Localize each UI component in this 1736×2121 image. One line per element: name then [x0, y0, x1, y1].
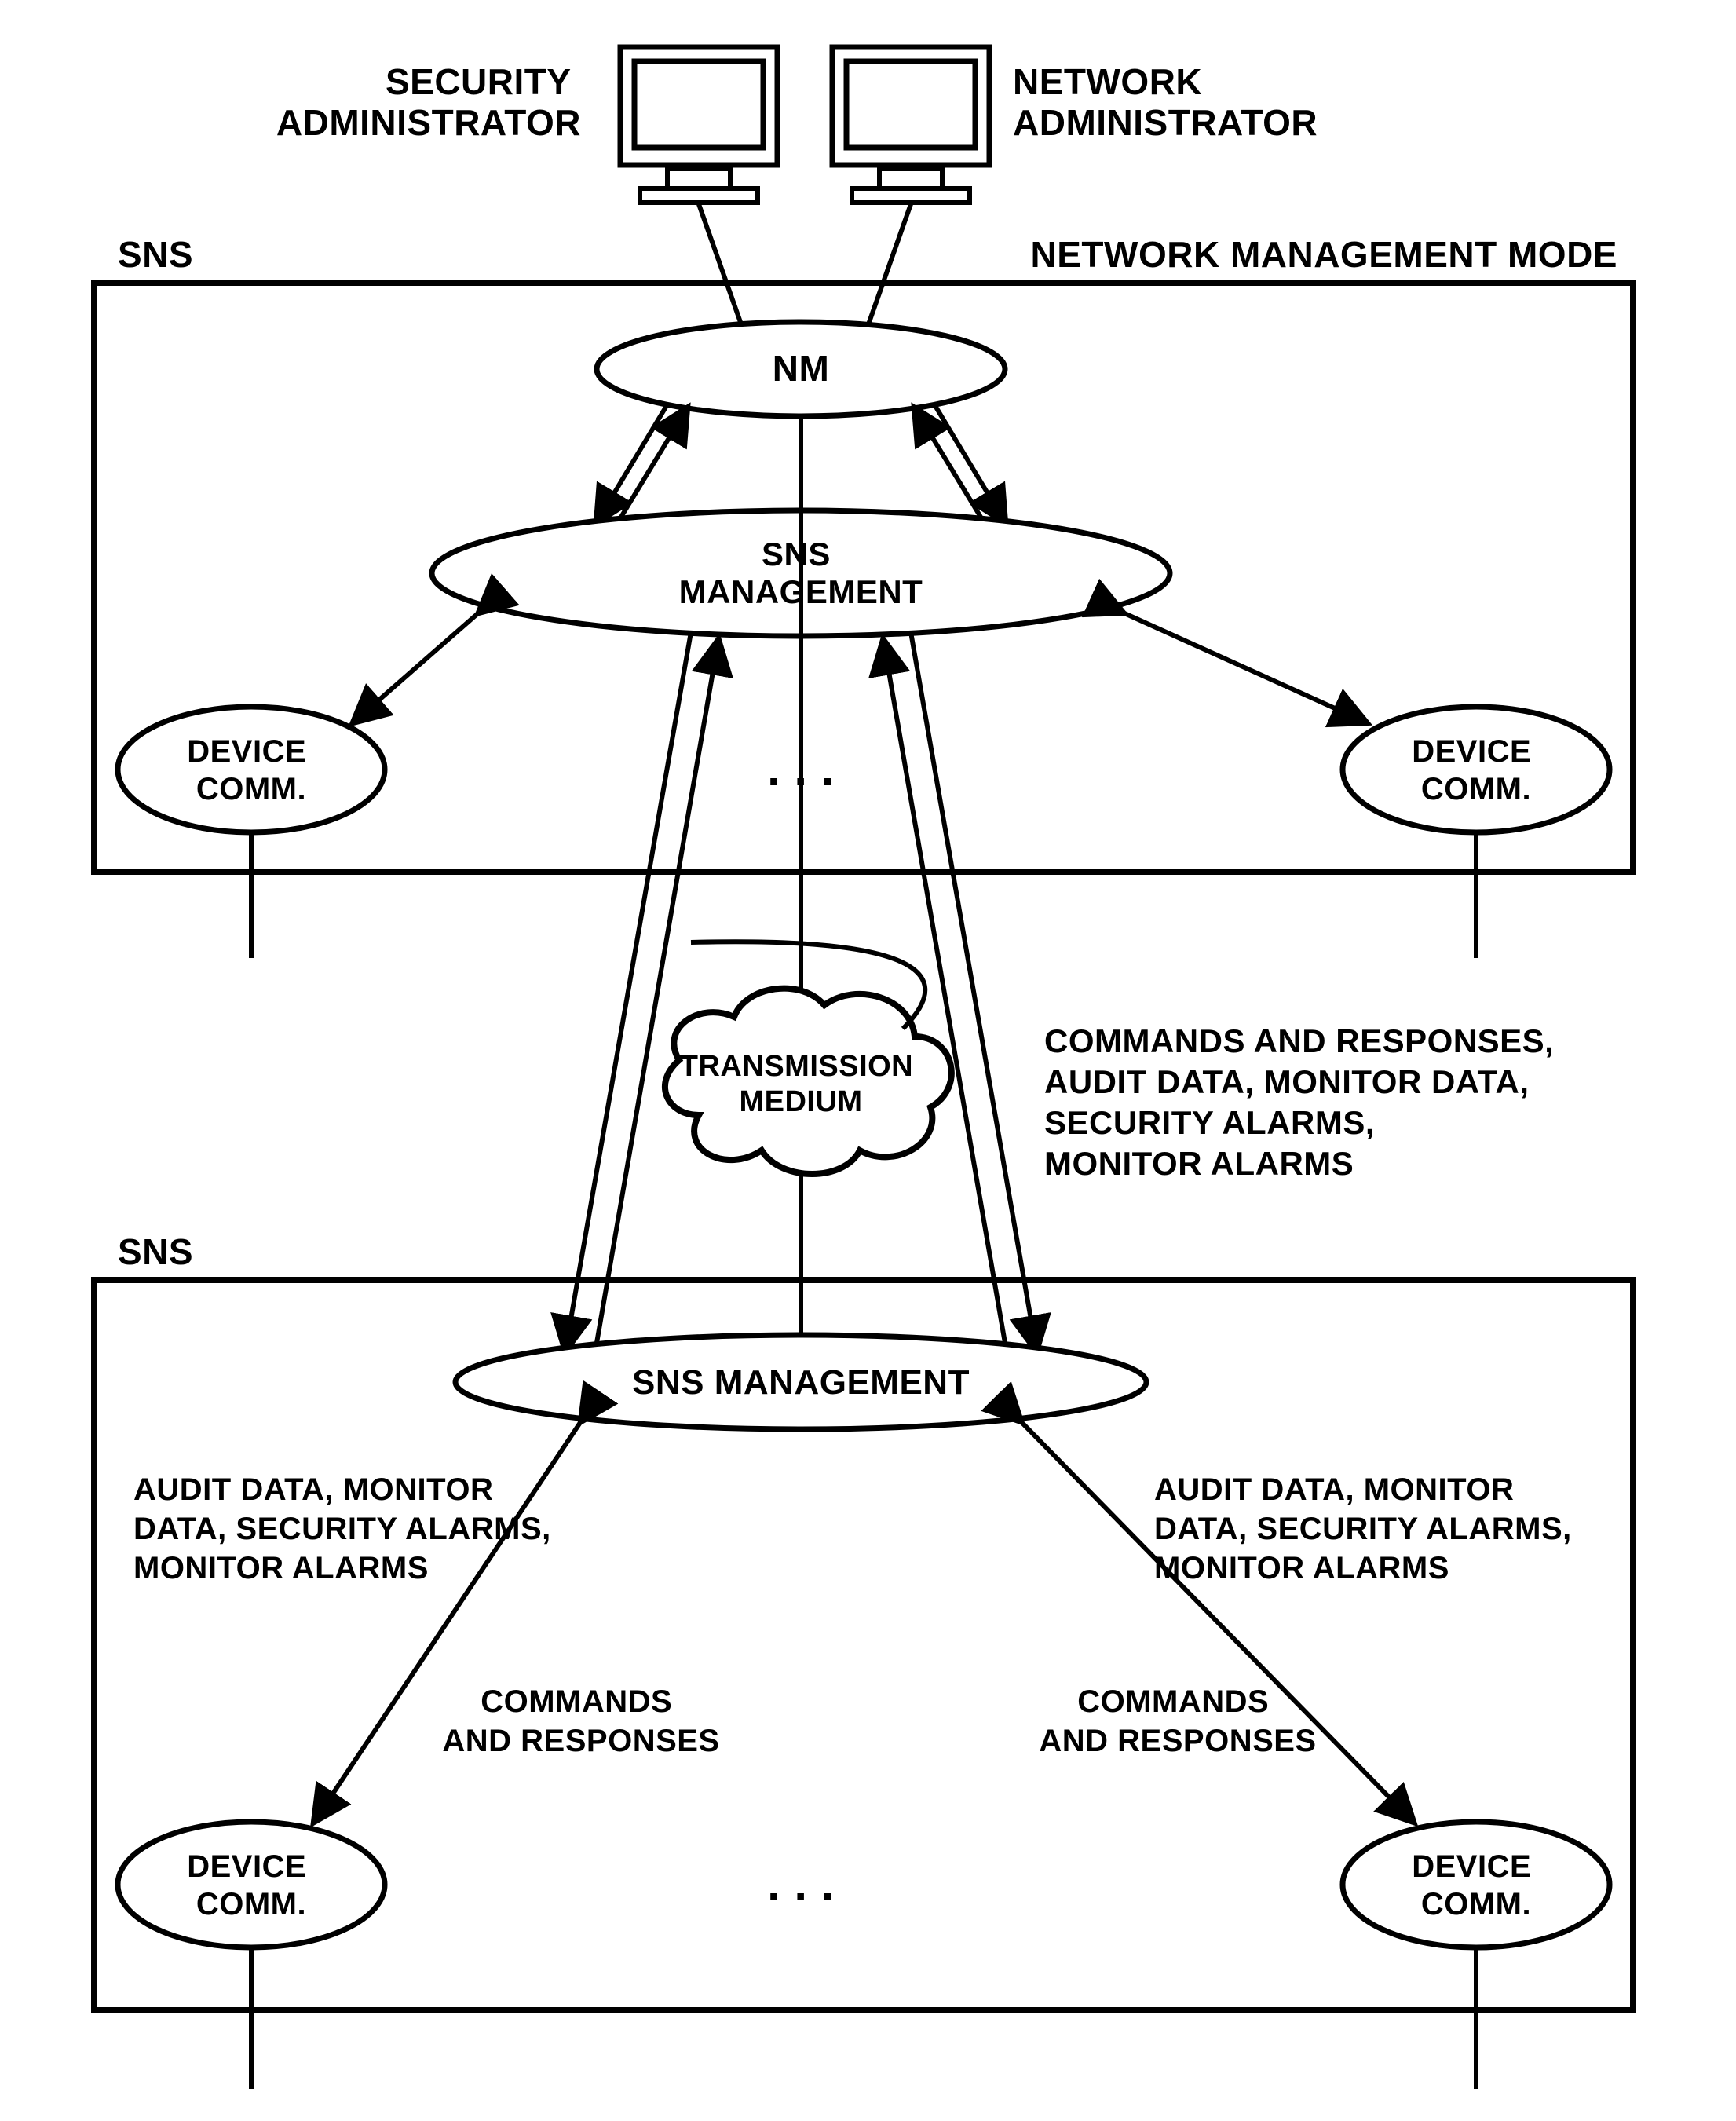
ellipsis-lower: . . . — [767, 1858, 835, 1911]
upper-box-left-label: SNS — [118, 234, 193, 275]
nm-label: NM — [773, 348, 830, 389]
device-comm-upper-left — [118, 707, 385, 832]
audit-left-text: AUDIT DATA, MONITOR DATA, SECURITY ALARM… — [133, 1472, 560, 1585]
security-admin-label: SECURITY ADMINISTRATOR — [276, 61, 581, 143]
upper-box-right-label: NETWORK MANAGEMENT MODE — [1031, 234, 1617, 275]
sns-mgmt-lower-label: SNS MANAGEMENT — [632, 1363, 970, 1402]
monitor-icon — [832, 47, 989, 203]
lower-box-left-label: SNS — [118, 1231, 193, 1272]
device-comm-upper-right — [1343, 707, 1610, 832]
monitor-icon — [620, 47, 777, 203]
middle-side-text: COMMANDS AND RESPONSES, AUDIT DATA, MONI… — [1044, 1022, 1564, 1182]
device-comm-lower-right — [1343, 1822, 1610, 1947]
cmd-left-text: COMMANDS AND RESPONSES — [442, 1684, 719, 1758]
cmd-right-text: COMMANDS AND RESPONSES — [1039, 1684, 1316, 1758]
diagram-root: SECURITY ADMINISTRATOR NETWORK ADMINISTR… — [16, 16, 1736, 2105]
audit-right-text: AUDIT DATA, MONITOR DATA, SECURITY ALARM… — [1154, 1472, 1581, 1585]
device-comm-lower-left — [118, 1822, 385, 1947]
network-admin-label: NETWORK ADMINISTRATOR — [1013, 61, 1318, 143]
